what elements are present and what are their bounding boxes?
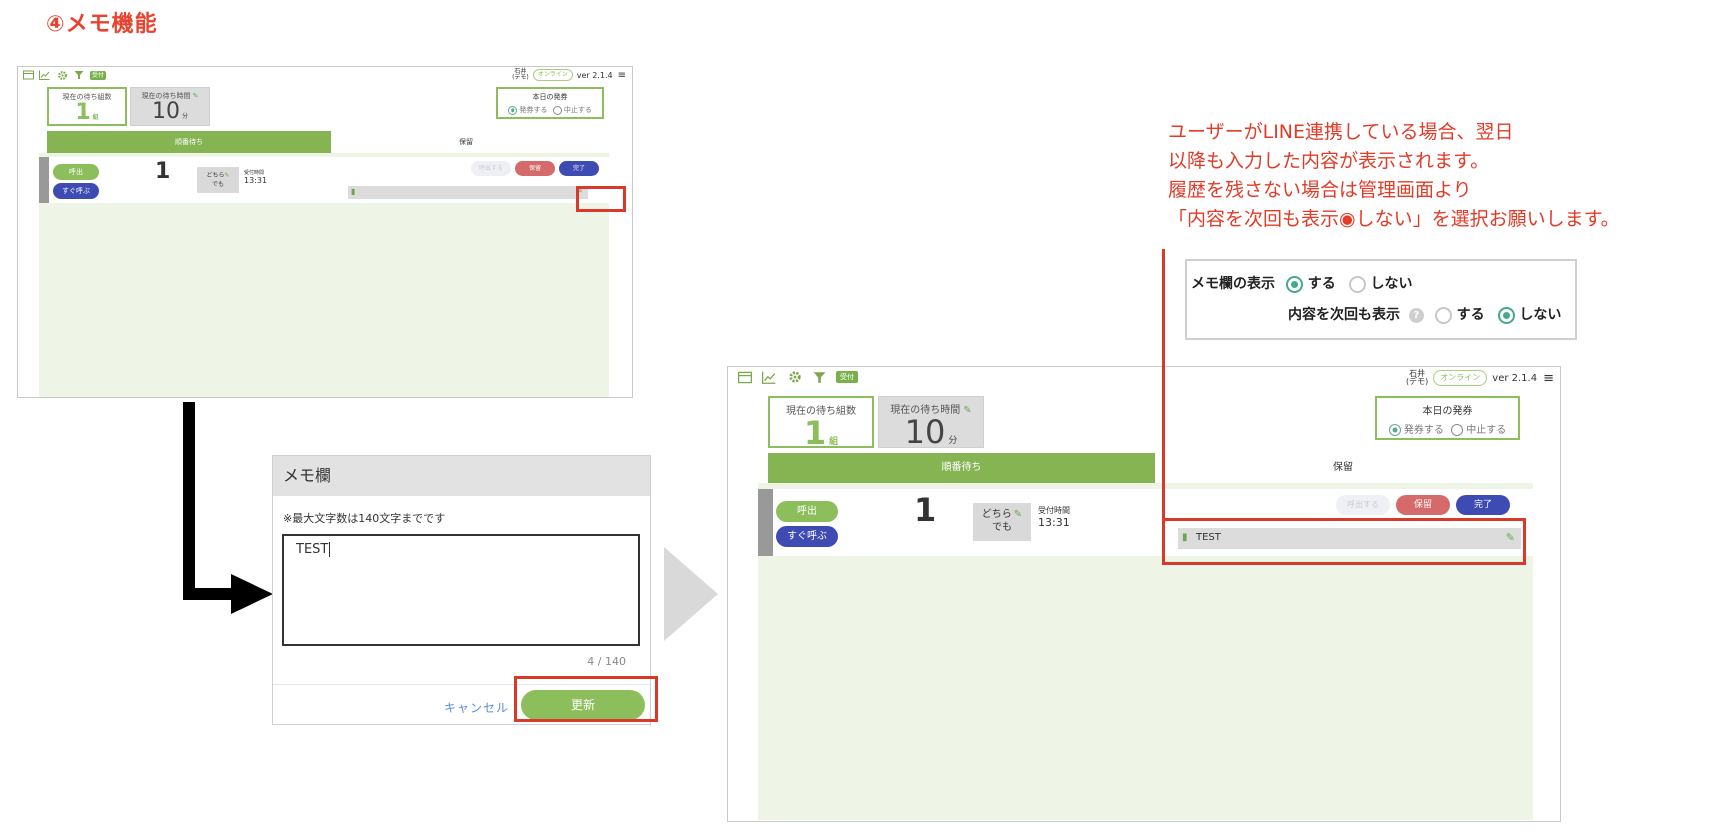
who-tag: どちら✎でも [197, 167, 239, 193]
document-icon: ▮ [351, 187, 356, 196]
highlight-memo-edit [576, 186, 626, 212]
tab-queue[interactable]: 順番待ち [47, 131, 331, 153]
carry-over-label: 内容を次回も表示 [1288, 307, 1400, 323]
issue-off-radio[interactable] [552, 105, 562, 115]
reception-time: 受付時間 13:31 [244, 170, 268, 185]
call-now-button[interactable]: すぐ呼ぶ [776, 526, 838, 547]
annotation-connector [1162, 249, 1165, 521]
store-icon[interactable] [734, 368, 756, 386]
queue-list: 呼出 すぐ呼ぶ 1 どちら✎でも 受付時間13:31 呼出する 保留 完了 ▮ … [39, 153, 609, 397]
help-icon[interactable]: ? [1408, 307, 1424, 323]
cancel-button[interactable]: キャンセル [444, 699, 509, 716]
memo-display-yes-label: する [1307, 276, 1336, 292]
dialog-hint: ※最大文字数は140文字までです [283, 512, 446, 525]
highlight-memo-field [1162, 518, 1526, 565]
waiting-groups-card: 現在の待ち組数 1組 [47, 87, 127, 126]
waiting-time-value: 10 分 [904, 413, 958, 451]
flow-arrow [183, 402, 195, 598]
row-number: 1 [914, 491, 937, 529]
issue-card: 本日の発券 発券する 中止する [496, 87, 604, 119]
char-counter: 4 / 140 [587, 655, 626, 668]
done-button[interactable]: 完了 [1456, 495, 1510, 515]
call-button[interactable]: 呼出 [776, 501, 838, 522]
menu-icon[interactable]: ≡ [1543, 371, 1554, 386]
store-icon[interactable] [21, 68, 35, 82]
issue-on-label: 発券する [519, 106, 548, 114]
user-area: 石井 (デモ) オンライン ver 2.1.4 ≡ [512, 67, 626, 83]
section-heading: ④メモ機能 [46, 12, 158, 37]
gear-icon[interactable] [53, 68, 71, 82]
issue-off-radio[interactable] [1451, 424, 1464, 436]
waiting-groups-card: 現在の待ち組数 1組 [768, 396, 874, 449]
issue-title: 本日の発券 [1422, 406, 1473, 417]
gear-icon[interactable] [782, 368, 808, 386]
memo-display-no-radio[interactable] [1348, 275, 1366, 293]
memo-display-no-label: しない [1370, 276, 1413, 292]
carry-over-no-radio[interactable] [1497, 306, 1515, 324]
waiting-time-card: 現在の待ち時間 ✎ 10 分 [878, 396, 984, 448]
next-arrow [664, 547, 718, 641]
carry-over-no-label: しない [1519, 307, 1562, 323]
settings-snippet: メモ欄の表示 する しない 内容を次回も表示 ? する しない [1185, 259, 1577, 340]
issue-title: 本日の発券 [532, 93, 568, 101]
filter-icon[interactable] [71, 68, 87, 82]
queue-row: 呼出 すぐ呼ぶ 1 どちら✎でも 受付時間13:31 呼出する 保留 完了 ▮ … [39, 157, 609, 203]
issue-off-label: 中止する [1466, 425, 1507, 436]
highlight-update-button [514, 676, 658, 722]
issue-on-radio[interactable] [1388, 424, 1401, 436]
online-badge: オンライン [532, 69, 573, 81]
status-badge: 受付 [836, 371, 858, 383]
row-status-bar [758, 489, 773, 556]
chart-icon[interactable] [35, 68, 53, 82]
pencil-icon: ✎ [192, 92, 199, 100]
call-button[interactable]: 呼出 [53, 164, 99, 180]
waiting-groups-value: 1組 [803, 414, 839, 452]
version: ver 2.1.4 [1492, 372, 1538, 384]
version: ver 2.1.4 [576, 70, 613, 80]
user-area: 石井 (デモ) オンライン ver 2.1.4 ≡ [1406, 367, 1554, 389]
waiting-time-value: 10 分 [151, 99, 188, 124]
who-tag: どちら✎でも [973, 503, 1031, 541]
dialog-title: メモ欄 [273, 456, 650, 496]
tab-hold[interactable]: 保留 [1155, 453, 1531, 483]
done-button[interactable]: 完了 [559, 161, 599, 176]
waiting-groups-value: 1組 [75, 100, 99, 125]
memo-textarea[interactable]: TEST [282, 534, 640, 646]
faded-button: 呼出する [471, 161, 511, 176]
issue-off-label: 中止する [563, 106, 592, 114]
row-number: 1 [155, 159, 171, 184]
tab-hold[interactable]: 保留 [331, 131, 601, 153]
waiting-time-card: 現在の待ち時間 ✎ 10 分 [130, 87, 210, 126]
memo-display-yes-radio[interactable] [1285, 275, 1303, 293]
reception-time: 受付時間 13:31 [1038, 506, 1070, 529]
carry-over-yes-radio[interactable] [1434, 306, 1452, 324]
memo-field[interactable]: ▮ ✎ [348, 186, 588, 199]
call-now-button[interactable]: すぐ呼ぶ [53, 183, 99, 199]
online-badge: オンライン [1433, 370, 1488, 386]
user-name: 石井 (デモ) [512, 68, 529, 81]
annotation-text: ユーザーがLINE連携している場合、翌日 以降も入力した内容が表示されます。 履… [1168, 121, 1620, 230]
hold-button[interactable]: 保留 [1396, 495, 1450, 515]
app-screen-after: 受付 石井 (デモ) オンライン ver 2.1.4 ≡ 現在の待ち組数 1組 現… [727, 366, 1561, 822]
issue-card: 本日の発券 発券する 中止する [1375, 396, 1520, 440]
pencil-icon: ✎ [963, 405, 972, 416]
issue-on-label: 発券する [1403, 425, 1444, 436]
filter-icon[interactable] [808, 368, 830, 386]
issue-on-radio[interactable] [508, 105, 518, 115]
app-screen-before: 受付 石井 (デモ) オンライン ver 2.1.4 ≡ 現在の待ち組数 1組 現… [17, 66, 633, 398]
tab-queue[interactable]: 順番待ち [768, 453, 1155, 483]
chart-icon[interactable] [756, 368, 782, 386]
user-name: 石井 (デモ) [1406, 369, 1429, 386]
status-badge: 受付 [90, 70, 106, 80]
carry-over-yes-label: する [1456, 307, 1485, 323]
menu-icon[interactable]: ≡ [618, 70, 626, 81]
faded-button: 呼出する [1336, 495, 1390, 515]
hold-button[interactable]: 保留 [515, 161, 555, 176]
memo-display-label: メモ欄の表示 [1191, 276, 1275, 292]
row-status-bar [39, 157, 49, 203]
